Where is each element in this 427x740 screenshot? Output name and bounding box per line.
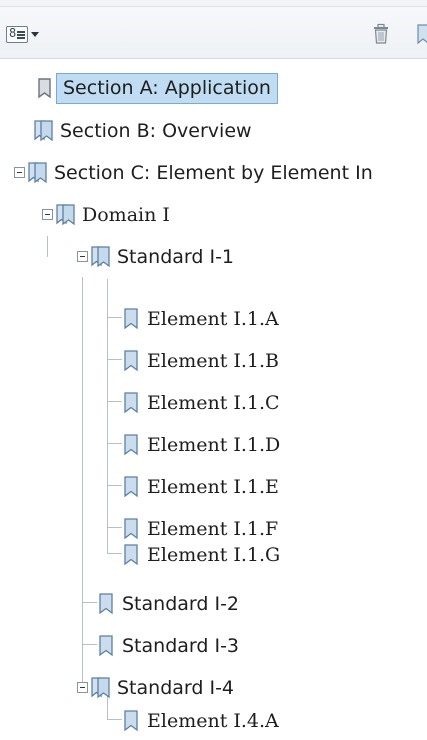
collapse-toggle[interactable]: [77, 251, 88, 262]
bookmark-item[interactable]: Element I.1.B: [121, 340, 279, 381]
bookmark-double-icon: [91, 245, 110, 267]
bookmark-icon: [124, 391, 138, 413]
collapse-toggle[interactable]: [14, 167, 25, 178]
bookmarks-panel: 8 Section A: Application Section B: Over…: [0, 0, 427, 740]
tree-guide-line: [107, 485, 122, 486]
bookmark-item[interactable]: Element I.4.A: [121, 700, 279, 740]
bookmark-label: Element I.1.D: [147, 433, 281, 456]
collapse-toggle[interactable]: [77, 682, 88, 693]
bookmark-icon: [417, 24, 427, 45]
tree-guide-line: [107, 359, 122, 360]
tree-guide-line: [107, 443, 122, 444]
bookmark-label: Section B: Overview: [60, 119, 252, 142]
tree-guide-line: [47, 236, 48, 257]
toolbar-top-rule: [0, 0, 427, 7]
bookmark-icon: [124, 307, 138, 329]
bookmark-label: Element I.1.E: [147, 475, 279, 498]
bookmark-item[interactable]: Element I.1.E: [121, 466, 279, 507]
tree-guide-line: [107, 401, 122, 402]
bookmark-label: Domain I: [82, 203, 170, 226]
bookmark-icon: [124, 475, 138, 497]
bookmark-double-icon: [28, 161, 47, 183]
options-digit: 8: [9, 25, 17, 40]
bookmark-icon: [124, 709, 138, 731]
bookmark-label: Standard I-4: [117, 676, 235, 699]
bookmark-label: Standard I-2: [122, 592, 240, 615]
bookmark-item[interactable]: Section A: Application: [34, 68, 278, 109]
trash-icon: [374, 23, 388, 44]
chevron-down-icon: [31, 31, 39, 37]
bookmark-item[interactable]: Standard I-2: [96, 583, 239, 624]
bookmark-icon: [99, 592, 113, 614]
bookmark-tree: Section A: Application Section B: Overvi…: [0, 58, 427, 740]
options-menu-icon: 8: [6, 25, 28, 43]
bookmark-item[interactable]: Standard I-1: [77, 236, 234, 277]
new-bookmark-button[interactable]: [414, 22, 427, 46]
bookmark-icon: [124, 349, 138, 371]
bookmark-item[interactable]: Element I.1.C: [121, 382, 280, 423]
bookmark-item[interactable]: Standard I-3: [96, 625, 239, 666]
delete-bookmark-button[interactable]: [371, 22, 391, 46]
bookmark-item[interactable]: Section B: Overview: [34, 110, 252, 151]
bookmark-icon: [38, 77, 51, 98]
bookmark-double-icon: [91, 676, 110, 698]
bookmark-icon: [124, 433, 138, 455]
bookmark-label: Element I.1.A: [147, 307, 279, 330]
collapse-toggle[interactable]: [42, 209, 53, 220]
bookmark-icon: [99, 634, 113, 656]
bookmark-item[interactable]: Domain I: [42, 194, 170, 235]
bookmark-label: Section C: Element by Element In: [54, 161, 373, 184]
bookmark-label: Section A: Application: [56, 73, 278, 104]
bookmark-icon: [124, 543, 138, 565]
bookmark-item[interactable]: Element I.1.D: [121, 424, 280, 465]
bookmark-label: Element I.1.C: [147, 391, 280, 414]
bookmark-label: Element I.1.G: [147, 543, 281, 566]
tree-guide-line: [82, 277, 83, 690]
tree-guide-line: [107, 719, 122, 720]
options-menu-button[interactable]: 8: [6, 24, 48, 44]
bookmark-double-icon: [56, 203, 75, 225]
tree-guide-line: [82, 602, 97, 603]
bookmark-label: Standard I-3: [122, 634, 240, 657]
tree-guide-line: [107, 279, 108, 554]
tree-guide-line: [82, 644, 97, 645]
bookmark-item[interactable]: Element I.1.A: [121, 298, 279, 339]
bookmark-double-icon: [34, 119, 53, 141]
tree-guide-line: [107, 317, 122, 318]
tree-guide-line: [107, 527, 122, 528]
bookmarks-toolbar: 8: [0, 0, 427, 59]
bookmark-item[interactable]: Element I.1.G: [121, 534, 280, 575]
bookmark-label: Element I.4.A: [147, 709, 279, 732]
bookmark-label: Standard I-1: [117, 245, 235, 268]
tree-guide-line: [107, 553, 122, 554]
bookmark-item[interactable]: Section C: Element by Element In: [14, 152, 373, 193]
bookmark-label: Element I.1.B: [147, 349, 279, 372]
